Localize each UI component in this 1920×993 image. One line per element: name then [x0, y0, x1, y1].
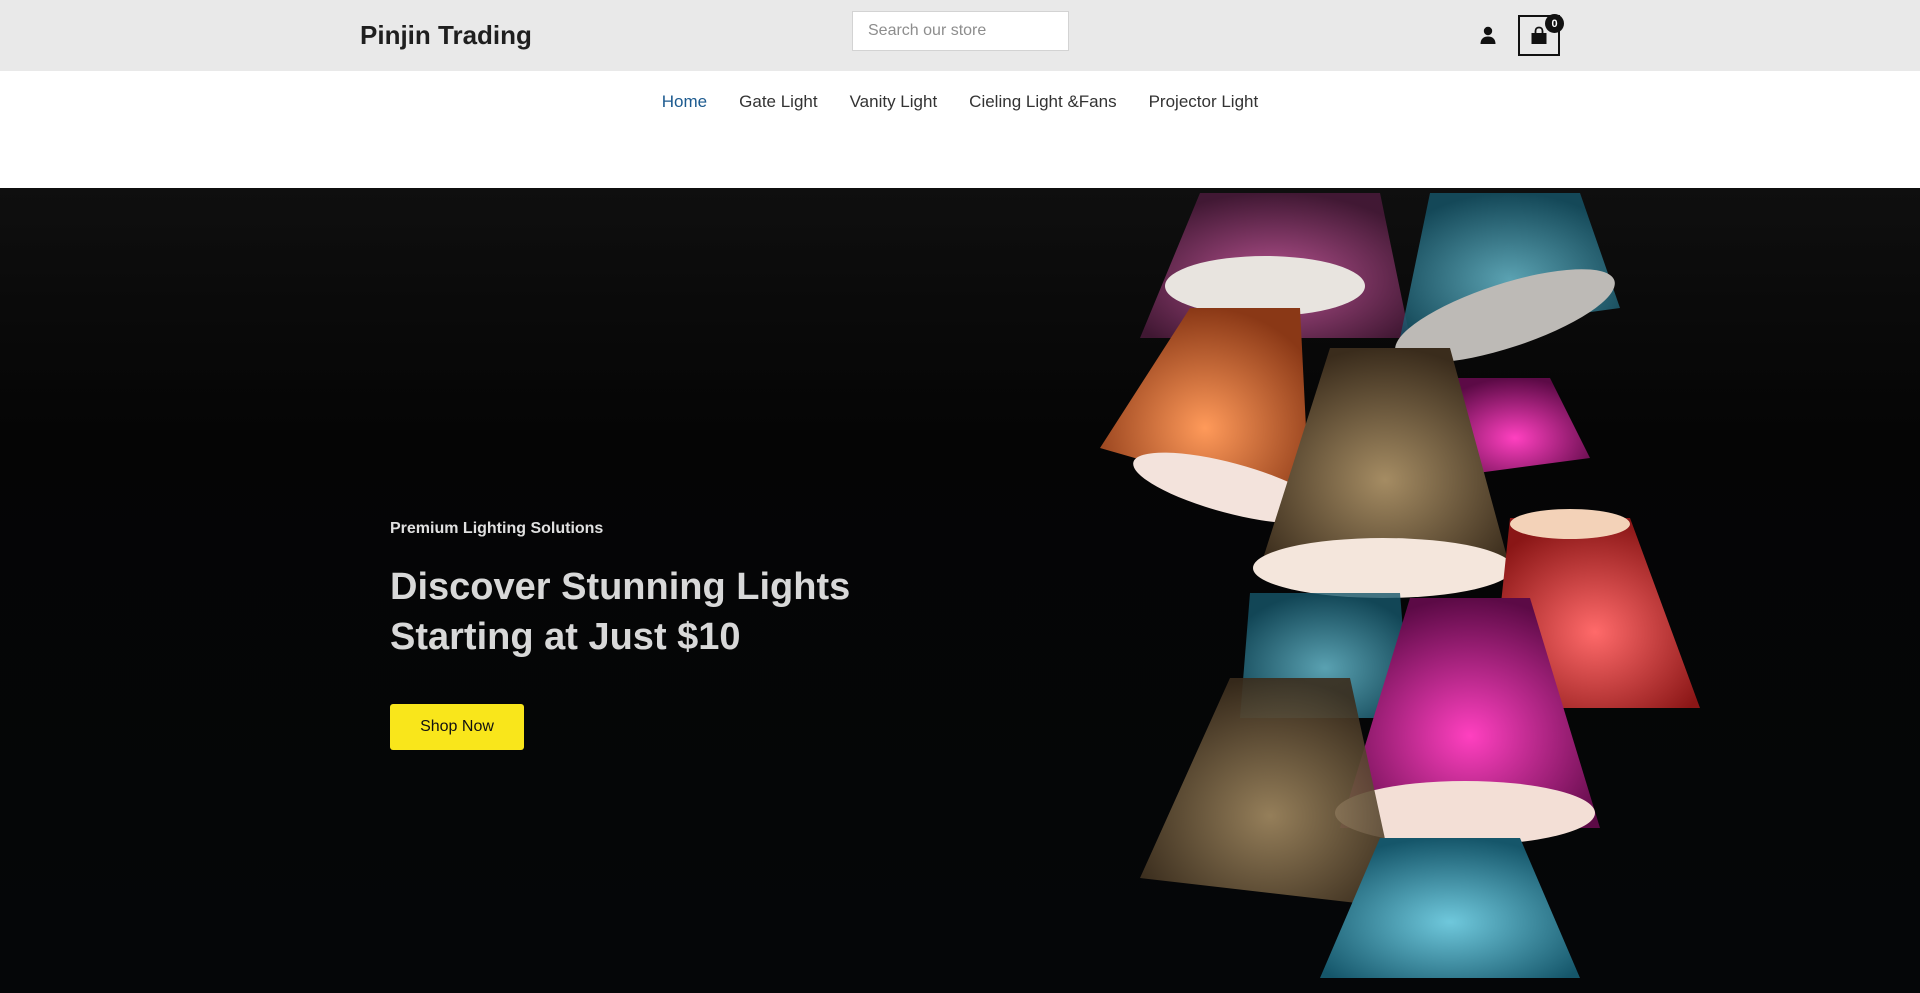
top-bar: Pinjin Trading 0 [0, 0, 1920, 71]
hero-subtitle: Premium Lighting Solutions [390, 520, 604, 537]
main-navigation: Home Gate Light Vanity Light Cieling Lig… [0, 71, 1920, 188]
cart-count-badge: 0 [1545, 14, 1564, 33]
nav-list: Home Gate Light Vanity Light Cieling Lig… [0, 92, 1920, 112]
account-button[interactable] [1478, 25, 1498, 45]
hero-title: Discover Stunning Lights Starting at Jus… [390, 562, 950, 662]
user-icon [1480, 26, 1496, 44]
store-logo[interactable]: Pinjin Trading [360, 20, 532, 51]
shop-now-button[interactable]: Shop Now [390, 704, 524, 750]
nav-item-gate-light[interactable]: Gate Light [739, 92, 817, 112]
hero-title-line-2: Starting at Just $10 [390, 616, 741, 658]
nav-item-projector-light[interactable]: Projector Light [1149, 92, 1259, 112]
search-input[interactable] [852, 11, 1069, 51]
nav-item-ceiling-light-fans[interactable]: Cieling Light &Fans [969, 92, 1116, 112]
colorful-lamp-shades-image [1100, 193, 1700, 978]
nav-item-vanity-light[interactable]: Vanity Light [850, 92, 938, 112]
hero-banner: Premium Lighting Solutions Discover Stun… [0, 188, 1920, 993]
nav-item-home[interactable]: Home [662, 92, 707, 112]
hero-title-line-1: Discover Stunning Lights [390, 566, 851, 608]
